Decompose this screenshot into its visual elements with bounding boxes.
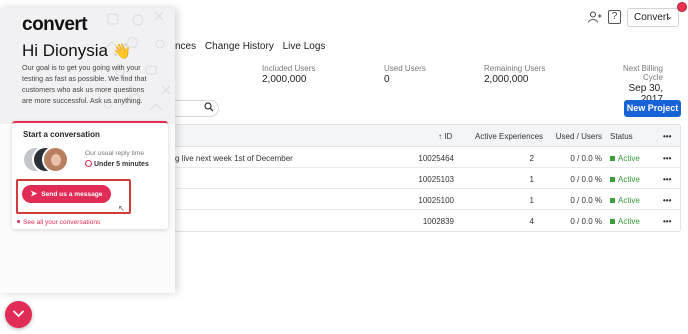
greeting-text: Hi Dionysia [22, 41, 108, 60]
clock-icon [85, 160, 92, 167]
stat-label: Remaining Users [484, 64, 546, 73]
help-icon[interactable]: ? [608, 10, 621, 24]
stat-label: Included Users [262, 64, 316, 73]
status-badge: Active [610, 175, 640, 184]
greeting-title: Hi Dionysia 👋 [22, 41, 131, 61]
used-users: 0 / 0.0 % [570, 196, 602, 205]
search-icon [204, 102, 214, 112]
table-row[interactable]: g live next week 1st of December 1002546… [173, 147, 680, 168]
table-header: ↑ ID Active Experiences Used / Users Sta… [173, 125, 680, 147]
convert-logo: convert [22, 14, 88, 35]
stat-label: Used Users [384, 64, 426, 73]
active-experiences: 1 [529, 196, 534, 205]
reply-time-label: Our usual reply time [85, 150, 144, 157]
account-select-value: Convert [634, 12, 670, 23]
tab-experiences[interactable]: nces [175, 41, 196, 52]
row-actions-icon[interactable]: ••• [663, 175, 671, 184]
row-actions-icon[interactable]: ••• [663, 196, 671, 205]
used-users: 0 / 0.0 % [570, 217, 602, 226]
row-actions-icon[interactable]: ••• [663, 217, 671, 226]
stat-value: 2,000,000 [484, 74, 529, 85]
stat-label: Next Billing Cycle [622, 64, 663, 82]
project-tabs: nces Change History Live Logs [175, 41, 331, 52]
start-conversation-card: Start a conversation Our usual reply tim… [12, 121, 168, 229]
active-experiences: 2 [529, 154, 534, 163]
account-select[interactable]: Convert ⌄ [627, 8, 679, 27]
stat-value: 0 [384, 74, 390, 85]
chevron-down-icon [13, 310, 24, 318]
chevron-down-icon: ⌄ [666, 12, 673, 21]
search-input[interactable] [172, 100, 219, 117]
table-row[interactable]: 10025103 1 0 / 0.0 % Active ••• [173, 168, 680, 189]
user-settings-icon[interactable] [588, 11, 602, 23]
send-icon: ➤ [30, 189, 38, 198]
stat-included-users: Included Users 2,000,000 [262, 64, 315, 85]
column-header-id[interactable]: ↑ ID [438, 132, 452, 141]
new-project-button[interactable]: New Project [624, 100, 681, 117]
row-actions-icon[interactable]: ••• [663, 154, 671, 163]
tab-live-logs[interactable]: Live Logs [283, 41, 326, 52]
mouse-cursor-icon: ↖ [118, 204, 125, 213]
table-row[interactable]: 10025100 1 0 / 0.0 % Active ••• [173, 189, 680, 210]
avatar [42, 146, 69, 173]
card-title: Start a conversation [23, 130, 100, 139]
close-window-button[interactable] [677, 2, 687, 12]
chat-widget-header: convert Hi Dionysia 👋 Our goal is to get… [0, 8, 175, 124]
project-id: 10025103 [418, 175, 454, 184]
stat-used-users: Used Users 0 [384, 64, 426, 85]
used-users: 0 / 0.0 % [570, 175, 602, 184]
tab-change-history[interactable]: Change History [205, 41, 274, 52]
active-experiences: 1 [529, 175, 534, 184]
reply-time-text: Under 5 minutes [94, 161, 149, 168]
active-experiences: 4 [529, 217, 534, 226]
reply-time-value: Under 5 minutes [85, 160, 149, 168]
projects-table: ↑ ID Active Experiences Used / Users Sta… [172, 124, 681, 232]
column-header-id-label: ID [444, 132, 453, 141]
send-button-label: Send us a message [41, 191, 103, 198]
team-avatars [22, 146, 80, 174]
column-header-used-users[interactable]: Used / Users [546, 132, 602, 141]
send-message-button[interactable]: ➤ Send us a message [22, 185, 111, 203]
column-header-experiences[interactable]: Active Experiences [475, 132, 543, 141]
status-badge: Active [610, 154, 640, 163]
table-row[interactable]: 1002839 4 0 / 0.0 % Active ••• [173, 210, 680, 231]
stat-next-billing-cycle: Next Billing Cycle Sep 30, 2017 [607, 64, 663, 105]
column-header-status[interactable]: Status [610, 132, 633, 141]
more-actions-icon[interactable]: ••• [663, 132, 671, 141]
project-id: 1002839 [422, 217, 454, 226]
status-badge: Active [610, 196, 640, 205]
project-name[interactable]: g live next week 1st of December [175, 154, 293, 163]
project-id: 10025100 [418, 196, 454, 205]
used-users: 0 / 0.0 % [570, 154, 602, 163]
wave-emoji-icon: 👋 [112, 43, 132, 60]
intro-text: Our goal is to get you going with your t… [22, 63, 147, 105]
status-badge: Active [610, 217, 640, 226]
see-all-conversations-link[interactable]: See all your conversations [17, 219, 100, 226]
stat-remaining-users: Remaining Users 2,000,000 [484, 64, 545, 85]
chat-widget: convert Hi Dionysia 👋 Our goal is to get… [0, 8, 175, 293]
chat-launcher-button[interactable] [5, 301, 32, 328]
project-id: 10025464 [418, 154, 454, 163]
stat-value: 2,000,000 [262, 74, 307, 85]
